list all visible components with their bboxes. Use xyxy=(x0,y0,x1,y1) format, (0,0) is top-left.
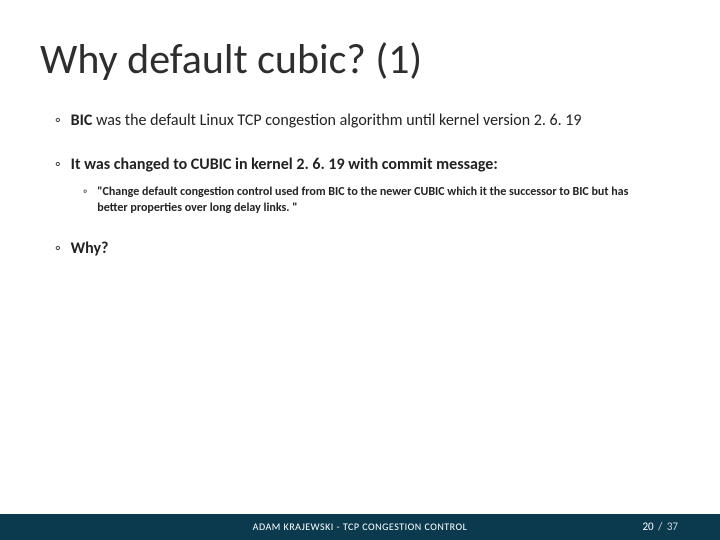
footer-author-text: ADAM KRAJEWSKI - TCP CONGESTION CONTROL xyxy=(0,520,720,533)
bullet-marker: ◦ xyxy=(55,238,61,260)
page-total: 37 xyxy=(667,520,678,533)
bullet-item-3: ◦ Why? xyxy=(55,238,660,260)
bullet-rest: was the default Linux TCP congestion alg… xyxy=(92,111,581,130)
sub-bullet-text: "Change default congestion control used … xyxy=(97,184,660,216)
bullet-marker: ◦ xyxy=(55,154,61,176)
sub-bullet-item: ◦ "Change default congestion control use… xyxy=(83,184,660,216)
bullet-marker: ◦ xyxy=(55,110,61,132)
page-sep: / xyxy=(656,520,665,533)
slide-title: Why default cubic? (1) xyxy=(40,34,422,85)
bullet-text: Why? xyxy=(71,238,109,260)
footer-bar: ADAM KRAJEWSKI - TCP CONGESTION CONTROL … xyxy=(0,514,720,540)
page-current: 20 xyxy=(642,520,653,533)
bullet-marker: ◦ xyxy=(83,184,87,216)
bullet-bold-prefix: BIC xyxy=(71,111,93,130)
page-indicator: 20 / 37 xyxy=(642,520,678,533)
bullet-item-2: ◦ It was changed to CUBIC in kernel 2. 6… xyxy=(55,154,660,176)
bullet-text: It was changed to CUBIC in kernel 2. 6. … xyxy=(71,154,498,176)
slide-content: ◦ BIC was the default Linux TCP congesti… xyxy=(55,110,660,282)
bullet-text: BIC was the default Linux TCP congestion… xyxy=(71,110,582,132)
slide: Why default cubic? (1) ◦ BIC was the def… xyxy=(0,0,720,540)
bullet-item-1: ◦ BIC was the default Linux TCP congesti… xyxy=(55,110,660,132)
